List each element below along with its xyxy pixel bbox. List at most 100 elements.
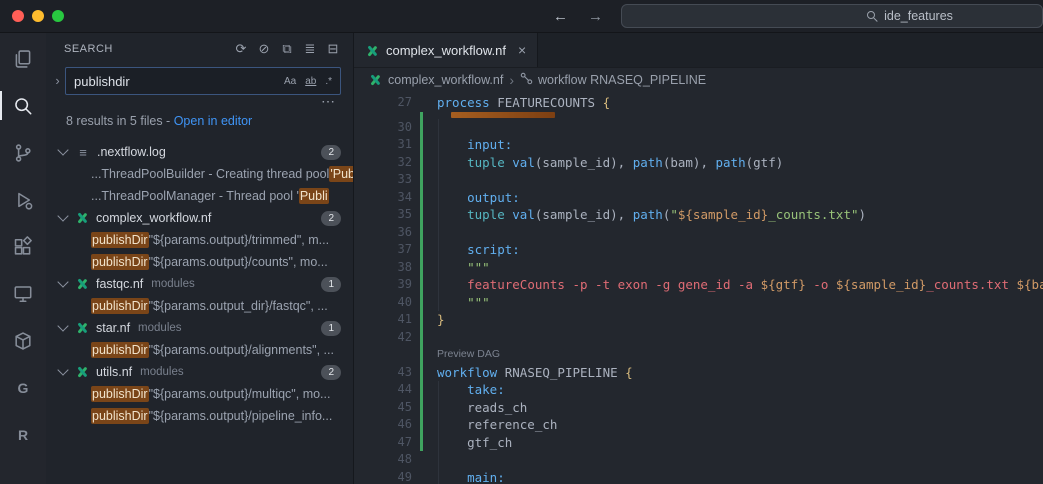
activity-source-control[interactable] [0, 129, 46, 176]
activity-containers[interactable] [0, 317, 46, 364]
code-line[interactable]: 44 take: [354, 381, 1043, 399]
whole-word-toggle[interactable]: ab [302, 75, 319, 88]
activity-r-extension[interactable]: R [0, 411, 46, 458]
minimize-window-button[interactable] [32, 10, 44, 22]
line-number: 47 [354, 434, 412, 452]
match-result-row[interactable]: publishDir "${params.output}/alignments"… [46, 339, 353, 361]
view-as-list-icon[interactable]: ≣ [300, 39, 320, 59]
match-result-row[interactable]: ...ThreadPoolManager - Thread pool 'Publ… [46, 185, 353, 207]
activity-search[interactable] [0, 82, 46, 129]
line-content [423, 171, 1043, 189]
line-content: tuple val(sample_id), path(bam), path(gt… [423, 154, 1043, 172]
code-line[interactable]: 43 workflow RNASEQ_PIPELINE { [354, 364, 1043, 382]
toggle-search-details-icon[interactable]: ⋯ [321, 97, 335, 105]
run-debug-icon [12, 189, 34, 211]
clear-results-icon[interactable]: ⊘ [254, 39, 274, 59]
maximize-window-button[interactable] [52, 10, 64, 22]
match-result-row[interactable]: publishDir "${params.output}/multiqc", m… [46, 383, 353, 405]
line-content: } [423, 311, 1043, 329]
code-line[interactable]: 36 [354, 224, 1043, 242]
activity-extensions[interactable] [0, 223, 46, 270]
activity-explorer[interactable] [0, 35, 46, 82]
search-input[interactable] [74, 74, 278, 89]
command-center-search[interactable]: ide_features [621, 4, 1043, 28]
fold-band[interactable] [354, 112, 1043, 119]
match-result-row[interactable]: publishDir "${params.output_dir}/fastqc"… [46, 295, 353, 317]
chevron-down-icon [57, 276, 68, 287]
match-count-badge: 2 [321, 365, 341, 380]
line-content [423, 224, 1043, 242]
code-line[interactable]: 31 input: [354, 136, 1043, 154]
match-count-badge: 1 [321, 321, 341, 336]
code-line[interactable]: 34 output: [354, 189, 1043, 207]
tab-complex-workflow[interactable]: complex_workflow.nf × [354, 33, 538, 67]
match-highlight: publishDir [91, 408, 149, 424]
file-result-row[interactable]: utils.nfmodules2 [46, 361, 353, 383]
workflow-symbol-icon [520, 72, 533, 88]
line-content: reference_ch [423, 416, 1043, 434]
match-case-toggle[interactable]: Aa [281, 75, 299, 88]
code-line[interactable]: 33 [354, 171, 1043, 189]
new-search-editor-icon[interactable]: ⧉ [277, 39, 297, 59]
ide-window: ← → ide_features [0, 0, 1043, 484]
activity-bar: G R [0, 33, 46, 484]
file-result-row[interactable]: complex_workflow.nf2 [46, 207, 353, 229]
code-line[interactable]: 30 [354, 119, 1043, 137]
code-line[interactable]: 48 [354, 451, 1043, 469]
code-line[interactable]: 40 """ [354, 294, 1043, 312]
search-box: Aa ab .* [65, 67, 341, 95]
code-line[interactable]: 46 reference_ch [354, 416, 1043, 434]
collapse-all-icon[interactable]: ⊟ [323, 39, 343, 59]
file-result-row[interactable]: star.nfmodules1 [46, 317, 353, 339]
back-button[interactable]: ← [553, 8, 568, 25]
breadcrumb-file[interactable]: complex_workflow.nf [368, 73, 503, 88]
code-line[interactable]: 47 gtf_ch [354, 434, 1043, 452]
code-line[interactable]: 45 reads_ch [354, 399, 1043, 417]
code-line[interactable]: 42 [354, 329, 1043, 347]
line-number [354, 346, 412, 364]
close-window-button[interactable] [12, 10, 24, 22]
chevron-down-icon [57, 210, 68, 221]
files-icon [12, 48, 34, 70]
match-count-badge: 2 [321, 211, 341, 226]
refresh-icon[interactable]: ⟳ [231, 39, 251, 59]
line-number: 43 [354, 364, 412, 382]
codelens-preview-dag[interactable]: Preview DAG [437, 348, 500, 360]
code-line[interactable]: 35 tuple val(sample_id), path("${sample_… [354, 206, 1043, 224]
codelens[interactable]: Preview DAG [354, 346, 1043, 364]
match-result-row[interactable]: publishDir "${params.output}/counts", mo… [46, 251, 353, 273]
code-line[interactable]: 39 featureCounts -p -t exon -g gene_id -… [354, 276, 1043, 294]
breadcrumb: complex_workflow.nf › workflow RNASEQ_PI… [354, 68, 1043, 92]
code-line[interactable]: 38 """ [354, 259, 1043, 277]
search-header-actions: ⟳⊘⧉≣⊟ [231, 39, 343, 59]
open-in-editor-link[interactable]: Open in editor [174, 114, 253, 128]
line-content [423, 329, 1043, 347]
chevron-down-icon [57, 320, 68, 331]
code-line[interactable]: 37 script: [354, 241, 1043, 259]
code-line[interactable]: 49 main: [354, 469, 1043, 484]
forward-button[interactable]: → [588, 8, 603, 25]
code-line[interactable]: 41} [354, 311, 1043, 329]
breadcrumb-symbol[interactable]: workflow RNASEQ_PIPELINE [520, 72, 706, 88]
activity-run-debug[interactable] [0, 176, 46, 223]
match-result-row[interactable]: publishDir "${params.output}/pipeline_in… [46, 405, 353, 427]
file-result-row[interactable]: ≡.nextflow.log2 [46, 141, 353, 163]
activity-remote-explorer[interactable] [0, 270, 46, 317]
toggle-replace-chevron-icon[interactable]: › [50, 73, 65, 88]
match-result-row[interactable]: publishDir "${params.output}/trimmed", m… [46, 229, 353, 251]
close-icon[interactable]: × [518, 42, 526, 58]
nextflow-file-icon [75, 211, 90, 226]
match-text: "${params.output}/multiqc", mo... [149, 387, 331, 401]
activity-gitlens[interactable]: G [0, 364, 46, 411]
regex-toggle[interactable]: .* [322, 75, 335, 88]
code-line[interactable]: 32 tuple val(sample_id), path(bam), path… [354, 154, 1043, 172]
match-highlight: publishDir [91, 232, 149, 248]
command-center-text: ide_features [884, 9, 953, 23]
code-line[interactable]: 27process FEATURECOUNTS { [354, 94, 1043, 112]
match-result-row[interactable]: ...ThreadPoolBuilder - Creating thread p… [46, 163, 353, 185]
line-content: featureCounts -p -t exon -g gene_id -a $… [423, 276, 1043, 294]
line-number: 45 [354, 399, 412, 417]
line-content: workflow RNASEQ_PIPELINE { [423, 364, 1043, 382]
file-result-row[interactable]: fastqc.nfmodules1 [46, 273, 353, 295]
match-text: ...ThreadPoolManager - Thread pool ' [91, 189, 299, 203]
